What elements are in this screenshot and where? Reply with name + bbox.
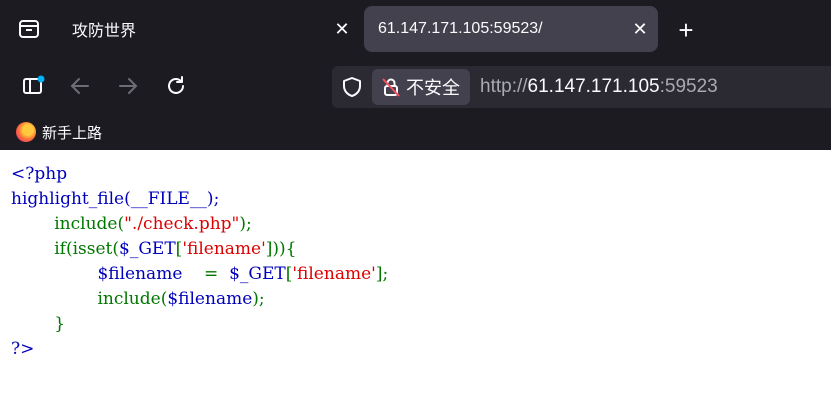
reload-button[interactable] xyxy=(158,68,194,104)
url-host: 61.147.171.105 xyxy=(527,76,660,97)
firefox-icon xyxy=(16,122,36,142)
insecure-lock-icon xyxy=(382,78,400,97)
code-punct: ); xyxy=(252,289,265,309)
code-string: "./check.php" xyxy=(124,214,240,234)
reload-icon xyxy=(168,76,184,94)
code-include: include( xyxy=(11,214,125,234)
code-line-8: ?> xyxy=(11,339,35,359)
sidebar-icon xyxy=(23,75,45,94)
site-security-indicator[interactable]: 不安全 xyxy=(372,69,470,105)
php-source-code: <?php highlight_file(__FILE__); include(… xyxy=(11,162,388,362)
code-include: include( xyxy=(11,289,168,309)
tab-title: 攻防世界 xyxy=(72,23,137,40)
code-string: 'filename' xyxy=(292,264,376,284)
code-string: 'filename' xyxy=(182,239,266,259)
tab-bar: 攻防世界 ✕ 61.147.171.105:59523/ ✕ + xyxy=(0,0,831,58)
forward-arrow-icon xyxy=(119,78,138,94)
tab-overview-button[interactable] xyxy=(0,0,58,58)
tab-title: 61.147.171.105:59523/ xyxy=(378,20,543,37)
code-punct: ]; xyxy=(375,264,389,284)
navigation-toolbar: 不安全 http://61.147.171.105:59523 xyxy=(0,58,831,114)
code-punct: ])){ xyxy=(265,239,297,259)
new-tab-button[interactable]: + xyxy=(670,14,702,46)
security-label: 不安全 xyxy=(406,78,460,98)
bookmarks-toolbar: 新手上路 xyxy=(0,114,831,150)
tracking-protection-button[interactable] xyxy=(332,66,372,108)
code-line-7: } xyxy=(11,314,66,334)
code-var: $filename xyxy=(11,264,204,284)
code-line-2: highlight_file(__FILE__); xyxy=(11,189,220,209)
browser-chrome: 攻防世界 ✕ 61.147.171.105:59523/ ✕ + 不安全 htt… xyxy=(0,0,831,150)
bookmark-label: 新手上路 xyxy=(42,124,103,142)
back-button[interactable] xyxy=(62,68,98,104)
code-if-isset: if(isset( xyxy=(11,239,120,259)
tab-current[interactable]: 61.147.171.105:59523/ ✕ xyxy=(364,6,658,52)
bookmark-getting-started[interactable]: 新手上路 xyxy=(16,122,102,143)
url-scheme: http:// xyxy=(480,76,528,97)
forward-button[interactable] xyxy=(110,68,146,104)
tab-list-icon xyxy=(19,20,39,38)
url-text[interactable]: http://61.147.171.105:59523 xyxy=(480,76,718,98)
code-line-1: <?php xyxy=(11,164,68,184)
back-arrow-icon xyxy=(70,78,89,94)
shield-icon xyxy=(343,77,361,97)
code-var: $_GET xyxy=(229,264,286,284)
tab-gongfang[interactable]: 攻防世界 ✕ xyxy=(58,6,360,52)
code-punct: ); xyxy=(239,214,252,234)
code-punct: = xyxy=(204,264,230,284)
code-var: $_GET xyxy=(119,239,176,259)
close-tab-icon[interactable]: ✕ xyxy=(622,19,658,40)
address-bar[interactable]: 不安全 http://61.147.171.105:59523 xyxy=(332,66,831,108)
code-var: $filename xyxy=(167,289,253,309)
sidebar-button[interactable] xyxy=(15,68,51,104)
close-tab-icon[interactable]: ✕ xyxy=(324,19,360,40)
url-port: :59523 xyxy=(659,76,718,97)
